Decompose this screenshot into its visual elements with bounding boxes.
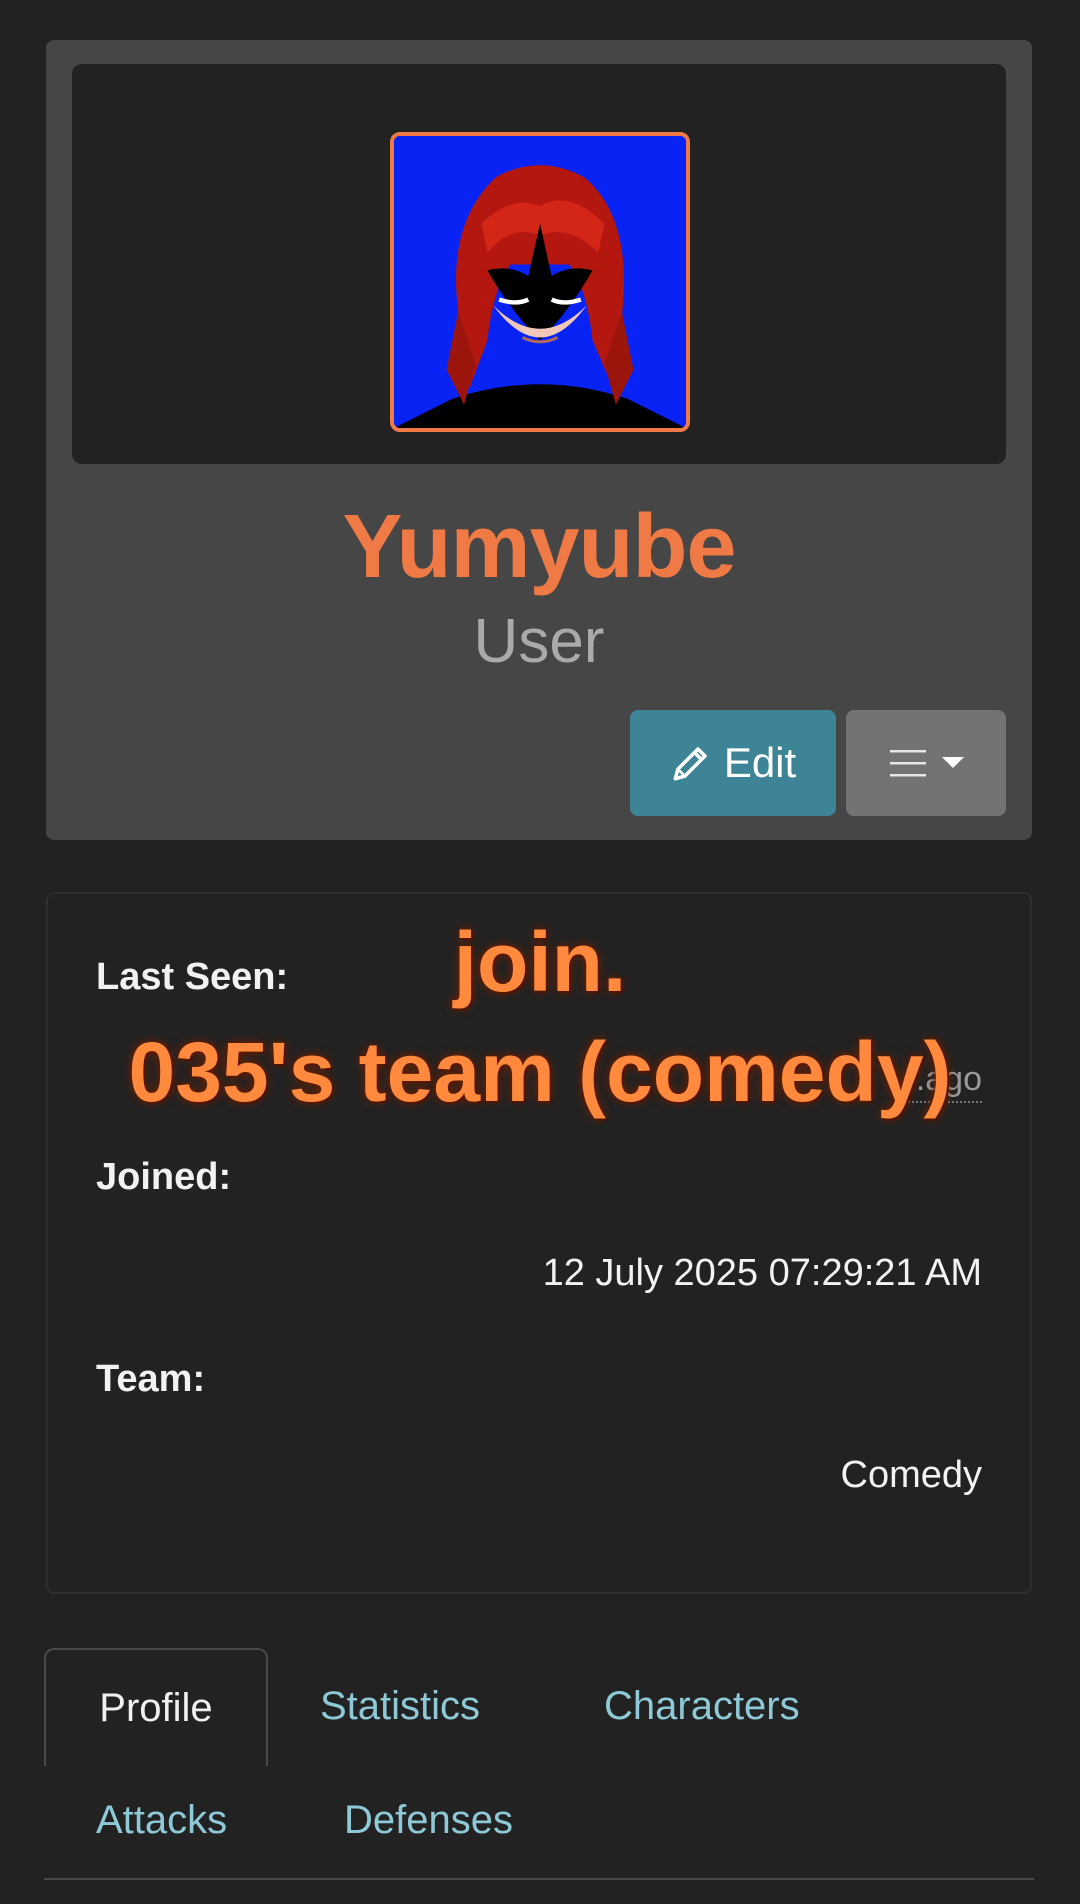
hamburger-icon (890, 750, 926, 777)
username: Yumyube (342, 497, 736, 597)
team-label: Team: (96, 1358, 206, 1400)
tab-statistics[interactable]: Statistics (320, 1684, 480, 1729)
edit-button[interactable]: Edit (630, 710, 836, 816)
overlay-caption-line2: 035's team (comedy) (128, 1025, 952, 1119)
pencil-icon (673, 747, 707, 781)
user-role: User (473, 607, 605, 676)
avatar-image (394, 136, 686, 428)
avatar[interactable] (390, 132, 690, 432)
tab-attacks[interactable]: Attacks (96, 1798, 227, 1843)
tab-characters[interactable]: Characters (604, 1684, 800, 1729)
options-menu-button[interactable] (846, 710, 1006, 816)
edit-button-label: Edit (723, 739, 797, 786)
caret-down-icon (942, 757, 964, 768)
overlay-caption-line1: join. (453, 915, 627, 1009)
joined-value: 12 July 2025 07:29:21 AM (542, 1252, 982, 1294)
tab-defenses[interactable]: Defenses (344, 1798, 513, 1843)
joined-label: Joined: (96, 1156, 232, 1198)
profile-card: Yumyube User Edit (46, 40, 1032, 840)
tab-profile[interactable]: Profile (44, 1648, 268, 1766)
team-value[interactable]: Comedy (841, 1454, 983, 1497)
tabs-divider (44, 1878, 1034, 1880)
